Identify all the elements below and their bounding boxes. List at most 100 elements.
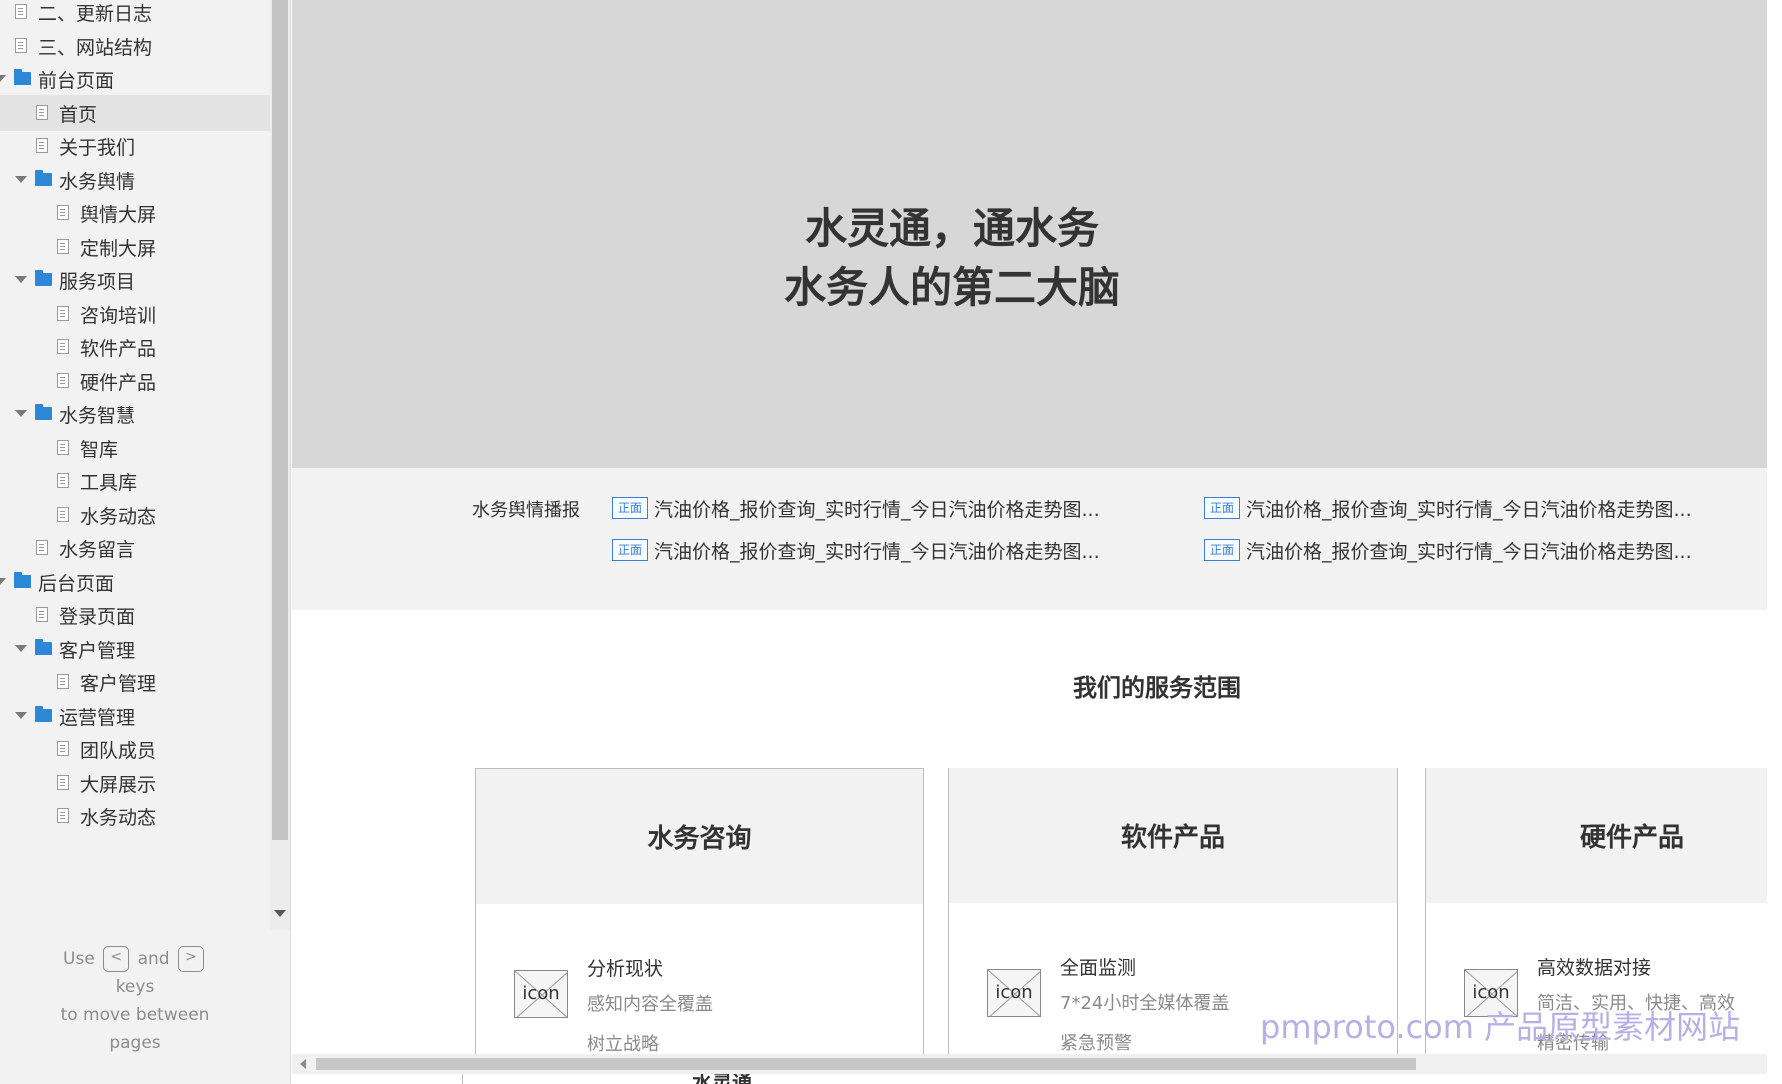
scroll-down-arrow-icon[interactable] <box>274 910 286 917</box>
page-icon <box>57 473 69 488</box>
sidebar-item-label: 水务动态 <box>80 505 157 528</box>
hero-title-line1: 水灵通，通水务 <box>804 204 1099 253</box>
prev-key-icon: < <box>103 946 130 972</box>
sidebar-page[interactable]: 舆情大屏 <box>0 195 270 231</box>
sidebar-page[interactable]: 智库 <box>0 430 270 466</box>
card-title: 硬件产品 <box>1426 768 1767 903</box>
sidebar-folder[interactable]: 客户管理 <box>0 631 270 667</box>
news-item[interactable]: 正面 汽油价格_报价查询_实时行情_今日汽油价格走势图... <box>612 536 1100 564</box>
sidebar-folder[interactable]: 水务舆情 <box>0 162 270 198</box>
feature-title: 高效数据对接 <box>1537 957 1652 979</box>
card-title: 软件产品 <box>949 768 1397 903</box>
prototype-canvas: 水灵通，通水务 水务人的第二大脑 水务舆情播报 正面 汽油价格_报价查询_实时行… <box>292 0 1767 1084</box>
sidebar-folder[interactable]: 水务智慧 <box>0 396 270 432</box>
folder-icon <box>35 270 52 286</box>
sidebar-page[interactable]: 软件产品 <box>0 329 270 365</box>
page-icon <box>57 674 69 689</box>
sidebar-item-label: 团队成员 <box>80 740 157 762</box>
icon-placeholder-label: icon <box>1472 982 1510 1003</box>
expand-caret-icon[interactable] <box>15 175 27 183</box>
sidebar-item-label: 登录页面 <box>59 606 136 628</box>
horizontal-scroll-thumb[interactable] <box>316 1058 1416 1070</box>
sidebar-page[interactable]: 水务留言 <box>0 530 270 566</box>
help-keys-text: keys <box>115 977 155 997</box>
sidebar-page[interactable]: 定制大屏 <box>0 229 270 265</box>
feature-desc: 感知内容全覆盖 <box>587 994 713 1015</box>
page-icon <box>15 37 27 53</box>
page-icon <box>57 339 69 354</box>
sidebar-scroll-thumb[interactable] <box>272 0 288 840</box>
scroll-left-arrow-icon[interactable] <box>300 1059 306 1069</box>
sidebar-page[interactable]: 首页 <box>0 94 270 131</box>
page-icon <box>57 506 69 522</box>
keyboard-nav-help: Use < and > keys to move between pages <box>0 945 270 1057</box>
feature-next-title: 紧急预警 <box>1060 1033 1132 1054</box>
sitemap-sidebar: 二、更新日志三、网站结构前台页面首页 关于我们 水务舆情舆情大屏定制大屏服务项目咨询… <box>0 0 291 1084</box>
expand-caret-icon[interactable] <box>0 577 6 585</box>
sidebar-item-label: 软件产品 <box>80 338 157 360</box>
hero-banner: 水灵通，通水务 水务人的第二大脑 <box>292 0 1767 468</box>
sidebar-page[interactable]: 团队成员 <box>0 731 270 767</box>
sidebar-page[interactable]: 登录页面 <box>0 597 270 633</box>
page-icon <box>57 741 69 756</box>
help-pages-text: pages <box>109 1033 161 1053</box>
sidebar-page[interactable]: 水务动态 <box>0 497 270 533</box>
sidebar-page[interactable]: 关于我们 <box>0 128 270 164</box>
page-icon <box>57 774 69 790</box>
sidebar-scrollbar[interactable] <box>270 0 290 930</box>
sidebar-item-label: 大屏展示 <box>80 773 157 796</box>
services-title: 我们的服务范围 <box>1073 674 1241 702</box>
sidebar-page[interactable]: 二、更新日志 <box>0 0 270 30</box>
sidebar-item-label: 服务项目 <box>59 271 136 293</box>
news-item[interactable]: 正面 汽油价格_报价查询_实时行情_今日汽油价格走势图... <box>1204 494 1692 522</box>
sidebar-page[interactable]: 水务动态 <box>0 798 270 834</box>
sidebar-folder[interactable]: 后台页面 <box>0 564 270 600</box>
next-key-icon: > <box>177 946 204 972</box>
service-card-consulting[interactable]: 水务咨询 icon 分析现状 感知内容全覆盖 树立战略 <box>475 768 924 1068</box>
positive-tag: 正面 <box>1204 497 1241 519</box>
sidebar-item-label: 硬件产品 <box>80 371 157 394</box>
sidebar-item-label: 首页 <box>59 103 98 126</box>
sidebar-item-label: 舆情大屏 <box>80 204 157 226</box>
folder-icon <box>14 69 31 85</box>
page-tree: 二、更新日志三、网站结构前台页面首页 关于我们 水务舆情舆情大屏定制大屏服务项目咨询… <box>0 0 270 930</box>
expand-caret-icon[interactable] <box>0 75 6 82</box>
positive-tag: 正面 <box>612 539 649 561</box>
sidebar-page[interactable]: 三、网站结构 <box>0 28 270 64</box>
folder-icon <box>35 404 52 420</box>
expand-caret-icon[interactable] <box>15 276 27 283</box>
feature-desc: 7*24小时全媒体覆盖 <box>1060 993 1230 1014</box>
page-icon <box>57 205 69 220</box>
expand-caret-icon[interactable] <box>15 644 27 652</box>
sidebar-page[interactable]: 工具库 <box>0 463 270 499</box>
sidebar-folder[interactable]: 前台页面 <box>0 61 270 97</box>
expand-caret-icon[interactable] <box>15 410 27 417</box>
sidebar-page[interactable]: 咨询培训 <box>0 296 270 332</box>
sidebar-folder[interactable]: 运营管理 <box>0 698 270 734</box>
sidebar-item-label: 前台页面 <box>38 70 115 92</box>
help-move-text: to move between <box>60 1005 210 1025</box>
help-and-text: and <box>137 949 170 969</box>
sidebar-page[interactable]: 客户管理 <box>0 664 270 700</box>
image-placeholder-icon: icon <box>514 970 568 1018</box>
page-icon <box>36 607 48 622</box>
folder-icon <box>14 571 31 588</box>
sidebar-folder[interactable]: 服务项目 <box>0 262 270 298</box>
sidebar-page[interactable]: 大屏展示 <box>0 765 270 801</box>
sidebar-item-label: 工具库 <box>80 472 138 494</box>
sidebar-page[interactable]: 硬件产品 <box>0 363 270 399</box>
page-icon <box>57 238 69 254</box>
feature-next-title: 树立战略 <box>587 1034 659 1055</box>
hero-title-line2: 水务人的第二大脑 <box>783 263 1120 312</box>
horizontal-scrollbar[interactable] <box>292 1054 1767 1074</box>
sidebar-item-label: 二、更新日志 <box>38 3 153 25</box>
card-feature-row: icon 分析现状 感知内容全覆盖 树立战略 <box>514 954 934 1055</box>
positive-tag: 正面 <box>612 497 649 519</box>
sidebar-item-label: 定制大屏 <box>80 237 157 260</box>
news-item[interactable]: 正面 汽油价格_报价查询_实时行情_今日汽油价格走势图... <box>1204 536 1692 564</box>
expand-caret-icon[interactable] <box>15 711 27 719</box>
sidebar-item-label: 咨询培训 <box>80 304 157 327</box>
news-item[interactable]: 正面 汽油价格_报价查询_实时行情_今日汽油价格走势图... <box>612 494 1100 522</box>
folder-icon <box>35 705 52 722</box>
feature-title: 分析现状 <box>587 958 664 980</box>
